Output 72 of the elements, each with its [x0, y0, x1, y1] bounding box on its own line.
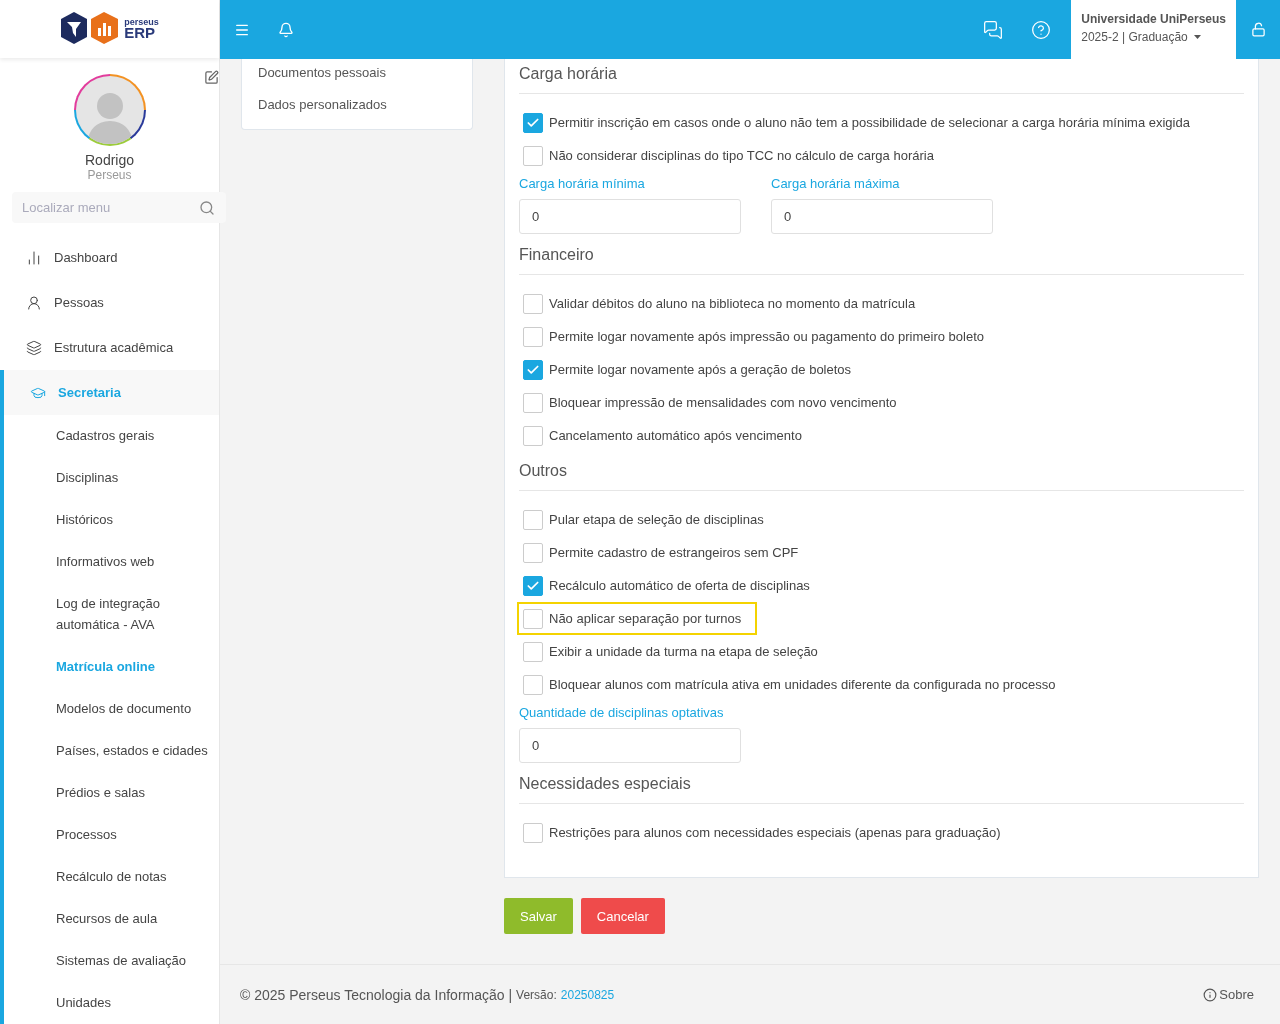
hexagon-logo-icon	[60, 10, 121, 47]
checkbox-label: Bloquear alunos com matrícula ativa em unidades diferente da configurada no processo	[549, 677, 1056, 692]
user-name: Rodrigo	[85, 151, 134, 168]
checkbox[interactable]	[523, 542, 543, 563]
field-label: Carga horária mínima	[519, 176, 646, 191]
checkbox[interactable]	[523, 674, 543, 695]
submenu-item[interactable]: Sistemas de avaliação	[4, 940, 219, 982]
checkbox-label: Cancelamento automático após vencimento	[549, 428, 802, 443]
checkbox-label: Recálculo automático de oferta de disciplinas	[549, 578, 810, 593]
checkbox[interactable]	[523, 293, 543, 314]
submenu-item[interactable]: Log de integração automática - AVA	[4, 583, 219, 646]
field-label: Quantidade de disciplinas optativas	[519, 705, 725, 720]
checkbox-label: Bloquear impressão de mensalidades com novo vencimento	[549, 395, 897, 410]
copyright-text: © 2025 Perseus Tecnologia da Informação |	[240, 986, 513, 1003]
submenu-item[interactable]: Recursos de aula	[4, 898, 219, 940]
checkbox[interactable]	[523, 575, 543, 596]
checkbox-label: Pular etapa de seleção de disciplinas	[549, 512, 764, 527]
checkbox[interactable]	[523, 112, 543, 133]
checkbox-label: Exibir a unidade da turma na etapa de seleção	[549, 644, 818, 659]
subnav-item[interactable]: Dados personalizados	[258, 91, 456, 123]
checkbox-label: Permite logar novamente após a geração de boletos	[549, 362, 852, 377]
checkbox[interactable]	[523, 425, 543, 446]
person-icon	[26, 294, 42, 311]
checkbox-label: Restrições para alunos com necessidades especiais (apenas para graduação)	[549, 825, 1001, 840]
period-dropdown[interactable]: 2025-2 | Graduação	[1081, 30, 1226, 44]
about-link[interactable]: Sobre	[1203, 987, 1254, 1002]
section-title: Outros	[519, 462, 1244, 491]
subnav-item[interactable]: Documentos pessoais	[258, 59, 456, 91]
submenu-item[interactable]: Recálculo de notas	[4, 856, 219, 898]
search-icon[interactable]	[199, 199, 215, 216]
logo-text: ERP	[124, 26, 156, 40]
submenu-item[interactable]: Disciplinas	[4, 457, 219, 499]
submenu-item[interactable]: Unidades	[4, 982, 219, 1024]
checkbox[interactable]	[523, 145, 543, 166]
submenu-item[interactable]: Cadastros gerais	[4, 415, 219, 457]
input-field[interactable]: 0	[519, 728, 741, 763]
checkbox[interactable]	[523, 359, 543, 380]
input-field[interactable]: 0	[519, 199, 741, 234]
user-organization: Perseus	[87, 167, 132, 182]
checkbox-label: Permite logar novamente após impressão ou pagamento do primeiro boleto	[549, 329, 985, 344]
layers-icon	[26, 339, 42, 356]
checkbox[interactable]	[523, 509, 543, 530]
section-title: Necessidades especiais	[519, 775, 1244, 804]
checkbox[interactable]	[523, 822, 543, 843]
checkbox-label: Permite cadastro de estrangeiros sem CPF	[549, 545, 799, 560]
checkbox[interactable]	[523, 641, 543, 662]
search-field[interactable]: Localizar menu	[12, 191, 226, 223]
caret-icon	[1193, 35, 1201, 39]
section-title: Carga horária	[519, 65, 1244, 94]
version-label: Versão:	[516, 987, 557, 1002]
input-field[interactable]: 0	[771, 199, 993, 234]
checkbox[interactable]	[523, 608, 543, 629]
info-icon	[1203, 987, 1218, 1002]
section-title: Financeiro	[519, 246, 1244, 275]
checkbox[interactable]	[523, 392, 543, 413]
edit-icon[interactable]	[204, 69, 219, 85]
submenu-item[interactable]: Processos	[4, 814, 219, 856]
checkbox-label: Não considerar disciplinas do tipo TCC no cálculo de carga horária	[549, 148, 934, 163]
submenu-item[interactable]: Informativos web	[4, 541, 219, 583]
bar-chart-icon	[26, 249, 42, 266]
checkbox-label: Permitir inscrição em casos onde o aluno não tem a possibilidade de selecionar a carga horária mínima exigida	[549, 115, 1190, 130]
checkbox-label: Validar débitos do aluno na biblioteca no momento da matrícula	[549, 296, 916, 311]
submenu-item[interactable]: Prédios e salas	[4, 772, 219, 814]
checkbox[interactable]	[523, 326, 543, 347]
submenu-item[interactable]: Países, estados e cidades	[4, 730, 219, 772]
institution-name: Universidade UniPerseus	[1081, 12, 1226, 26]
submenu-item[interactable]: Modelos de documento	[4, 688, 219, 730]
field-label: Carga horária máxima	[771, 176, 901, 191]
checkbox-label: Não aplicar separação por turnos	[549, 611, 742, 626]
cancel-button[interactable]: Cancelar	[580, 898, 665, 934]
submenu-item[interactable]: Históricos	[4, 499, 219, 541]
logo-text: perseus	[124, 18, 159, 27]
